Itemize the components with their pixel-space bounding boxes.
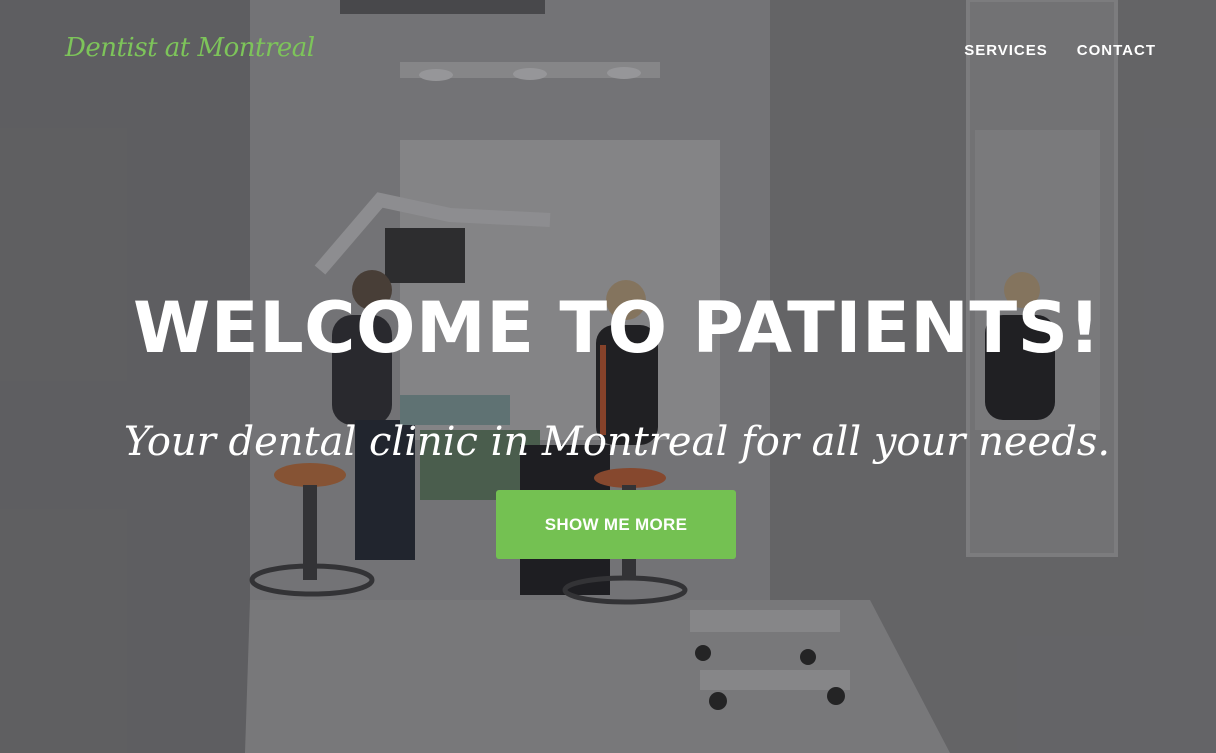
show-me-more-button[interactable]: SHOW ME MORE [496,490,736,559]
main-nav: SERVICES CONTACT [964,42,1156,59]
hero-overlay [0,0,1216,753]
hero-section: Dentist at Montreal SERVICES CONTACT WEL… [0,0,1216,753]
hero-subheadline: Your dental clinic in Montreal for all y… [123,419,1111,465]
brand-logo[interactable]: Dentist at Montreal [65,33,315,63]
hero-headline: WELCOME TO PATIENTS! [133,287,1101,369]
nav-item-contact[interactable]: CONTACT [1077,42,1156,59]
nav-item-services[interactable]: SERVICES [964,42,1048,59]
